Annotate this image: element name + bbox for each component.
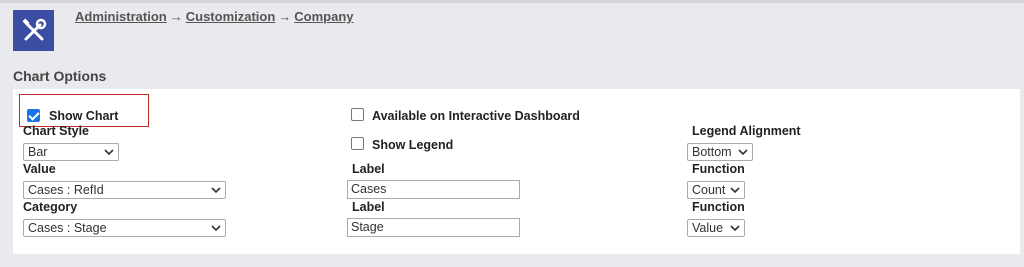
category-label-input[interactable]: Stage xyxy=(347,218,520,237)
category-function-label: Function xyxy=(692,200,745,214)
show-chart-label: Show Chart xyxy=(49,109,119,123)
category-function-value: Value xyxy=(692,221,724,235)
category-label-label: Label xyxy=(352,200,385,214)
legend-alignment-value: Bottom xyxy=(692,145,732,159)
chart-style-select[interactable]: Bar xyxy=(23,143,119,161)
category-function-select[interactable]: Value xyxy=(687,219,745,237)
top-border xyxy=(0,0,1024,3)
chevron-down-icon xyxy=(730,225,740,232)
chart-style-value: Bar xyxy=(28,145,48,159)
breadcrumb-separator: → xyxy=(169,9,183,24)
admin-tools-icon xyxy=(13,10,54,51)
value-function-label: Function xyxy=(692,162,745,176)
breadcrumb-customization[interactable]: Customization xyxy=(186,9,276,24)
breadcrumb-separator: → xyxy=(278,9,292,24)
chevron-down-icon xyxy=(104,149,114,156)
legend-alignment-select[interactable]: Bottom xyxy=(687,143,753,161)
show-legend-label: Show Legend xyxy=(372,138,454,152)
show-legend-checkbox[interactable] xyxy=(351,137,364,150)
available-dashboard-checkbox[interactable] xyxy=(351,108,364,121)
chart-style-label: Chart Style xyxy=(23,124,89,138)
value-label-label: Label xyxy=(352,162,385,176)
value-label: Value xyxy=(23,162,56,176)
value-label-input[interactable]: Cases xyxy=(347,180,520,199)
value-function-select[interactable]: Count xyxy=(687,181,745,199)
breadcrumb-administration[interactable]: Administration xyxy=(75,9,167,24)
section-title: Chart Options xyxy=(13,68,107,84)
category-select-value: Cases : Stage xyxy=(28,221,107,235)
category-select[interactable]: Cases : Stage xyxy=(23,219,226,237)
chevron-down-icon xyxy=(211,225,221,232)
chevron-down-icon xyxy=(211,187,221,194)
legend-alignment-label: Legend Alignment xyxy=(692,124,801,138)
category-label: Category xyxy=(23,200,78,214)
breadcrumb-company[interactable]: Company xyxy=(294,9,353,24)
available-dashboard-label: Available on Interactive Dashboard xyxy=(372,109,580,123)
value-select-value: Cases : RefId xyxy=(28,183,104,197)
show-chart-checkbox[interactable] xyxy=(27,109,40,122)
chevron-down-icon xyxy=(738,149,748,156)
value-select[interactable]: Cases : RefId xyxy=(23,181,226,199)
breadcrumb: Administration → Customization → Company xyxy=(75,9,354,24)
value-function-value: Count xyxy=(692,183,726,197)
chevron-down-icon xyxy=(730,187,740,194)
